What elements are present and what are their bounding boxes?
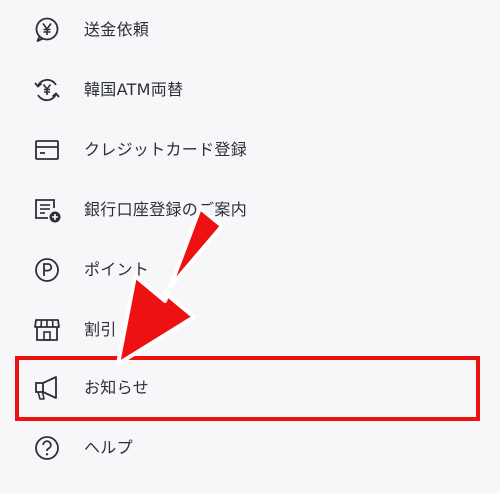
help-circle-svg [35, 436, 59, 460]
menu-item-label: 銀行口座登録のご案内 [84, 200, 248, 219]
point-circle-svg [35, 258, 59, 282]
help-circle-icon [32, 434, 62, 462]
menu-item-label: 韓国ATM両替 [84, 80, 184, 99]
menu-list: 送金依頼 韓国ATM両替 クレジットカード登録 銀行口座登録のご案内 ポイント … [0, 0, 500, 493]
credit-card-icon [32, 136, 62, 164]
store-svg [34, 319, 60, 341]
yen-speech-bubble-icon [32, 16, 62, 44]
menu-item-help[interactable]: ヘルプ [0, 418, 500, 478]
menu-item-points[interactable]: ポイント [0, 240, 500, 300]
menu-item-notifications[interactable]: お知らせ [0, 358, 500, 418]
menu-item-credit-card-registration[interactable]: クレジットカード登録 [0, 120, 500, 180]
bank-card-add-icon [32, 196, 62, 224]
menu-item-label: ポイント [84, 260, 150, 279]
credit-card-svg [35, 140, 59, 160]
menu-item-label: 割引 [84, 320, 117, 339]
bank-card-add-svg [35, 199, 61, 223]
menu-item-label: 送金依頼 [84, 20, 150, 39]
point-circle-icon [32, 256, 62, 284]
megaphone-svg [35, 376, 57, 400]
menu-item-label: ヘルプ [84, 438, 133, 457]
menu-item-korea-atm-exchange[interactable]: 韓国ATM両替 [0, 60, 500, 120]
store-icon [32, 316, 62, 344]
menu-item-discount[interactable]: 割引 [0, 300, 500, 360]
yen-exchange-icon [32, 76, 62, 104]
yen-speech-bubble-svg [35, 17, 59, 42]
yen-exchange-svg [34, 78, 60, 102]
menu-item-remittance-request[interactable]: 送金依頼 [0, 0, 500, 60]
menu-item-bank-account-registration[interactable]: 銀行口座登録のご案内 [0, 180, 500, 240]
menu-item-label: お知らせ [84, 378, 149, 397]
megaphone-icon [32, 374, 62, 402]
menu-item-label: クレジットカード登録 [84, 140, 248, 159]
